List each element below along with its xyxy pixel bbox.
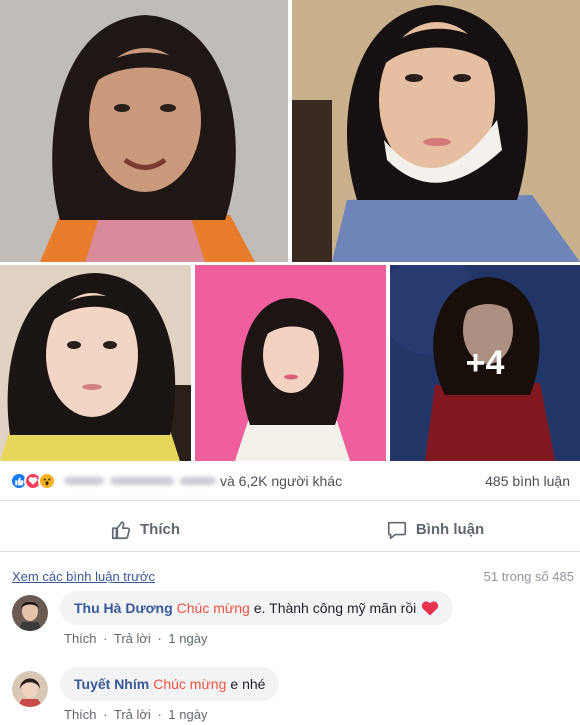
comment-item: Tuyết Nhím Chúc mừng e nhé Thích · Trả l… — [12, 667, 280, 722]
comment-count[interactable]: 485 bình luận — [485, 473, 570, 489]
comment-bubble: Tuyết Nhím Chúc mừng e nhé — [60, 667, 280, 701]
comments-header: Xem các bình luận trước 51 trong số 485 — [12, 569, 574, 584]
separator-dot: · — [103, 707, 108, 722]
comment-button-label: Bình luận — [415, 521, 485, 538]
comment-meta: Thích · Trả lời · 1 ngày — [64, 631, 453, 646]
avatar[interactable] — [12, 595, 48, 631]
comment-author[interactable]: Tuyết Nhím — [74, 676, 149, 692]
comment-reply-link[interactable]: Trả lời — [114, 631, 151, 646]
avatar[interactable] — [12, 671, 48, 707]
comment-time[interactable]: 1 ngày — [168, 707, 207, 722]
comment-meta: Thích · Trả lời · 1 ngày — [64, 707, 279, 722]
separator-dot: · — [103, 631, 108, 646]
comment-bubble: Thu Hà Dương Chúc mừng e. Thành công mỹ … — [60, 591, 454, 625]
heart-icon — [422, 601, 439, 616]
reaction-others-text[interactable]: và 6,2K người khác — [220, 473, 342, 489]
blurred-reactor-names — [64, 475, 216, 487]
comment-tag[interactable]: Chúc mừng — [153, 676, 226, 692]
reactions-summary: và 6,2K người khác 485 bình luận — [0, 461, 580, 501]
comment-button[interactable]: Bình luận — [290, 519, 580, 541]
reaction-icons[interactable] — [10, 471, 56, 490]
comments-shown-count: 51 trong số 485 — [483, 569, 574, 584]
like-button-label: Thích — [140, 521, 180, 538]
post-photo-4[interactable] — [195, 265, 386, 461]
comment-reply-link[interactable]: Trả lời — [114, 707, 151, 722]
comment-like-link[interactable]: Thích — [64, 631, 97, 646]
comment-tag[interactable]: Chúc mừng — [177, 600, 250, 616]
thumbs-up-icon — [111, 520, 131, 539]
post-photo-5[interactable]: +4 — [390, 265, 580, 461]
comment-time[interactable]: 1 ngày — [168, 631, 207, 646]
comment-text: e nhé — [230, 676, 266, 692]
view-previous-comments-link[interactable]: Xem các bình luận trước — [12, 569, 155, 584]
comment-text: e. Thành công mỹ mãn rồi — [253, 600, 417, 616]
comment-author[interactable]: Thu Hà Dương — [74, 600, 173, 616]
comment-like-link[interactable]: Thích — [64, 707, 97, 722]
like-button[interactable]: Thích — [0, 519, 290, 541]
post-photo-3[interactable] — [0, 265, 191, 461]
more-photos-count[interactable]: +4 — [390, 265, 580, 461]
post-photo-1[interactable] — [0, 0, 288, 262]
speech-bubble-icon — [387, 521, 406, 539]
wow-icon — [38, 471, 56, 490]
separator-dot: · — [157, 707, 162, 722]
post-actions: Thích Bình luận — [0, 508, 580, 552]
separator-dot: · — [157, 631, 162, 646]
post-photo-2[interactable] — [292, 0, 580, 262]
comment-item: Thu Hà Dương Chúc mừng e. Thành công mỹ … — [12, 591, 454, 646]
